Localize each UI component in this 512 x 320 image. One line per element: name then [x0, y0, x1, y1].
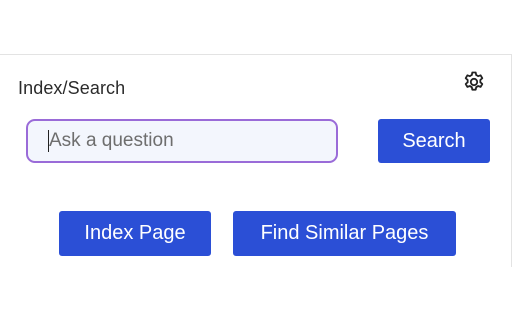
- find-similar-pages-button[interactable]: Find Similar Pages: [233, 211, 456, 256]
- index-page-button[interactable]: Index Page: [59, 211, 211, 256]
- question-input[interactable]: [26, 119, 338, 163]
- index-search-panel: Index/Search Search Index Page Find Simi…: [0, 54, 512, 267]
- text-caret: [48, 130, 49, 152]
- search-button[interactable]: Search: [378, 119, 490, 163]
- gear-icon[interactable]: [462, 70, 486, 94]
- panel-title: Index/Search: [18, 78, 126, 98]
